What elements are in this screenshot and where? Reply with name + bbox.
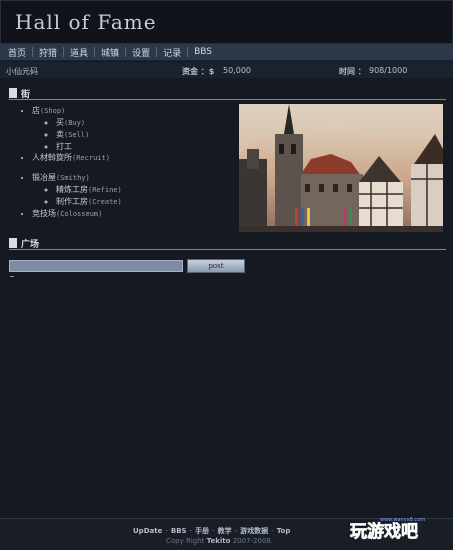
nav-item-records[interactable]: 记录 [157,46,187,59]
section-title-plaza: 广场 [9,237,446,250]
menu-item-smithy[interactable]: 锻冶屋(Smithy) 精炼工房(Refine) 制作工房(Create) [32,172,122,208]
main-nav: 首页 狩猎 道具 城镇 设置 记录 BBS [0,44,453,61]
town-scene-image [239,104,443,232]
footer-link-tutorial[interactable]: 教学 [218,527,232,535]
footer-link-bbs[interactable]: BBS [171,527,187,535]
money-label: 资金 ：$ [182,67,215,76]
menu-item-shop[interactable]: 店(Shop) 买(Buy) 卖(Sell) 打工 [32,105,122,152]
nav-item-home[interactable]: 首页 [2,46,32,59]
copyright-prefix: Copy Right [166,537,205,545]
menu-item-buy[interactable]: 买(Buy) [56,117,122,129]
post-button[interactable]: post [187,259,245,273]
status-bar: 小仙元码 资金 ：$ 50,000 时间 ： 908/1000 [0,62,453,78]
section-marker [9,88,17,98]
menu-item-create[interactable]: 制作工房(Create) [56,196,122,208]
footer-link-update[interactable]: UpDate [133,527,162,535]
menu-link-create[interactable]: 制作工房(Create) [56,197,122,206]
copyright-author: Tekito [206,537,231,545]
section-title-text: 街 [21,90,31,100]
menu-link-colosseum[interactable]: 竞技场(Colosseum) [32,209,102,218]
footer-links: UpDate - BBS - 手册 - 教学 - 游戏数据 - Top [133,527,291,535]
nav-item-hunt[interactable]: 狩猎 [33,46,63,59]
nav-item-town[interactable]: 城镇 [95,46,125,59]
menu-link-shop[interactable]: 店(Shop) [32,106,65,115]
time-label: 时间 ： [339,67,366,76]
town-illustration [239,104,443,232]
watermark-text: 玩游戏吧 [350,521,418,542]
player-name: 小仙元码 [6,67,38,76]
menu-link-work[interactable]: 打工 [56,142,72,151]
section-title-text: 广场 [21,240,40,250]
menu-link-refine[interactable]: 精炼工房(Refine) [56,185,122,194]
menu-item-refine[interactable]: 精炼工房(Refine) [56,184,122,196]
section-title-town: 街 [9,87,446,100]
footer-link-manual[interactable]: 手册 [195,527,209,535]
header: Hall of Fame [0,0,453,44]
town-menu: 店(Shop) 买(Buy) 卖(Sell) 打工 人材斡旋所(Recruit)… [32,105,122,220]
time-value: 908/1000 [369,66,408,75]
page-title: Hall of Fame [15,10,157,34]
copyright: Copy Right Tekito 2007-2008. [166,537,273,545]
nav-item-settings[interactable]: 设置 [126,46,156,59]
section-marker [9,238,17,248]
nav-item-items[interactable]: 道具 [64,46,94,59]
footer-link-game-data[interactable]: 游戏数据 [240,527,268,535]
nav-item-bbs[interactable]: BBS [188,47,218,57]
menu-link-recruit[interactable]: 人材斡旋所(Recruit) [32,153,110,162]
copyright-years: 2007-2008. [232,537,274,545]
menu-item-work[interactable]: 打工 [56,141,122,152]
footer-link-top[interactable]: Top [277,527,291,535]
chat-input[interactable] [9,260,183,272]
menu-item-sell[interactable]: 卖(Sell) [56,129,122,141]
watermark-url: www.wanyx8.com [380,517,425,523]
menu-item-recruit[interactable]: 人材斡旋所(Recruit) [32,152,122,164]
menu-link-smithy[interactable]: 锻冶屋(Smithy) [32,173,90,182]
menu-link-buy[interactable]: 买(Buy) [56,118,85,127]
menu-item-colosseum[interactable]: 竞技场(Colosseum) [32,208,122,220]
menu-link-sell[interactable]: 卖(Sell) [56,130,89,139]
watermark-logo: 玩游戏吧 www.wanyx8.com [350,517,426,542]
text-cursor-mark [10,276,14,277]
money-value: 50,000 [223,66,251,75]
